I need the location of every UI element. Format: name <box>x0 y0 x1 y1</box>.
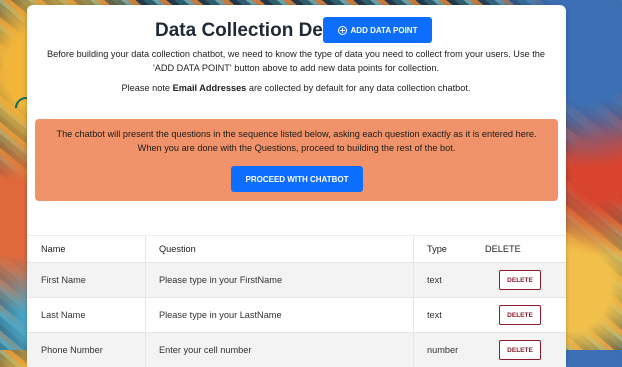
row-name: Last Name <box>41 310 86 320</box>
row-question: Please type in your FirstName <box>159 275 283 285</box>
column-header-type: Type <box>427 244 447 254</box>
data-points-table: Name Question Type DELETE First Name Ple… <box>27 235 566 367</box>
row-question: Enter your cell number <box>159 345 252 355</box>
delete-button[interactable]: DELETE <box>499 305 541 325</box>
intro-text: Before building your data collection cha… <box>47 49 545 73</box>
column-header-question: Question <box>159 244 196 254</box>
table-row: Last Name Please type in your LastName t… <box>27 297 566 332</box>
row-type: text <box>427 275 442 285</box>
row-type: text <box>427 310 442 320</box>
add-data-point-button[interactable]: ADD DATA POINT <box>323 17 432 43</box>
column-header-name: Name <box>41 244 66 254</box>
plus-circle-icon <box>337 25 347 35</box>
banner-line-2: When you are done with the Questions, pr… <box>137 142 456 153</box>
data-collection-card: Data Collection Details ADD DATA POINT B… <box>27 5 566 367</box>
row-delete-cell: DELETE <box>485 298 541 332</box>
note-prefix: Please note <box>121 83 173 93</box>
delete-button[interactable]: DELETE <box>499 340 541 360</box>
sequence-banner: The chatbot will present the questions i… <box>35 119 558 201</box>
note-suffix: are collected by default for any data co… <box>246 83 471 93</box>
row-name: Phone Number <box>41 345 103 355</box>
row-delete-cell: DELETE <box>485 263 541 297</box>
header: Data Collection Details ADD DATA POINT <box>27 17 566 47</box>
column-header-delete: DELETE <box>485 244 521 254</box>
note-bold: Email Addresses <box>172 83 247 93</box>
row-delete-cell: DELETE <box>485 333 541 367</box>
banner-line-1: The chatbot will present the questions i… <box>56 129 537 139</box>
add-data-point-label: ADD DATA POINT <box>350 25 418 35</box>
row-question: Please type in your LastName <box>159 310 282 320</box>
delete-button[interactable]: DELETE <box>499 270 541 290</box>
row-name: First Name <box>41 275 86 285</box>
row-type: number <box>427 345 459 355</box>
table-header-row: Name Question Type DELETE <box>27 235 566 262</box>
proceed-with-chatbot-button[interactable]: PROCEED WITH CHATBOT <box>231 166 363 192</box>
table-row: First Name Please type in your FirstName… <box>27 262 566 297</box>
banner-text: The chatbot will present the questions i… <box>45 128 548 155</box>
email-note: Please note Email Addresses are collecte… <box>41 83 551 93</box>
